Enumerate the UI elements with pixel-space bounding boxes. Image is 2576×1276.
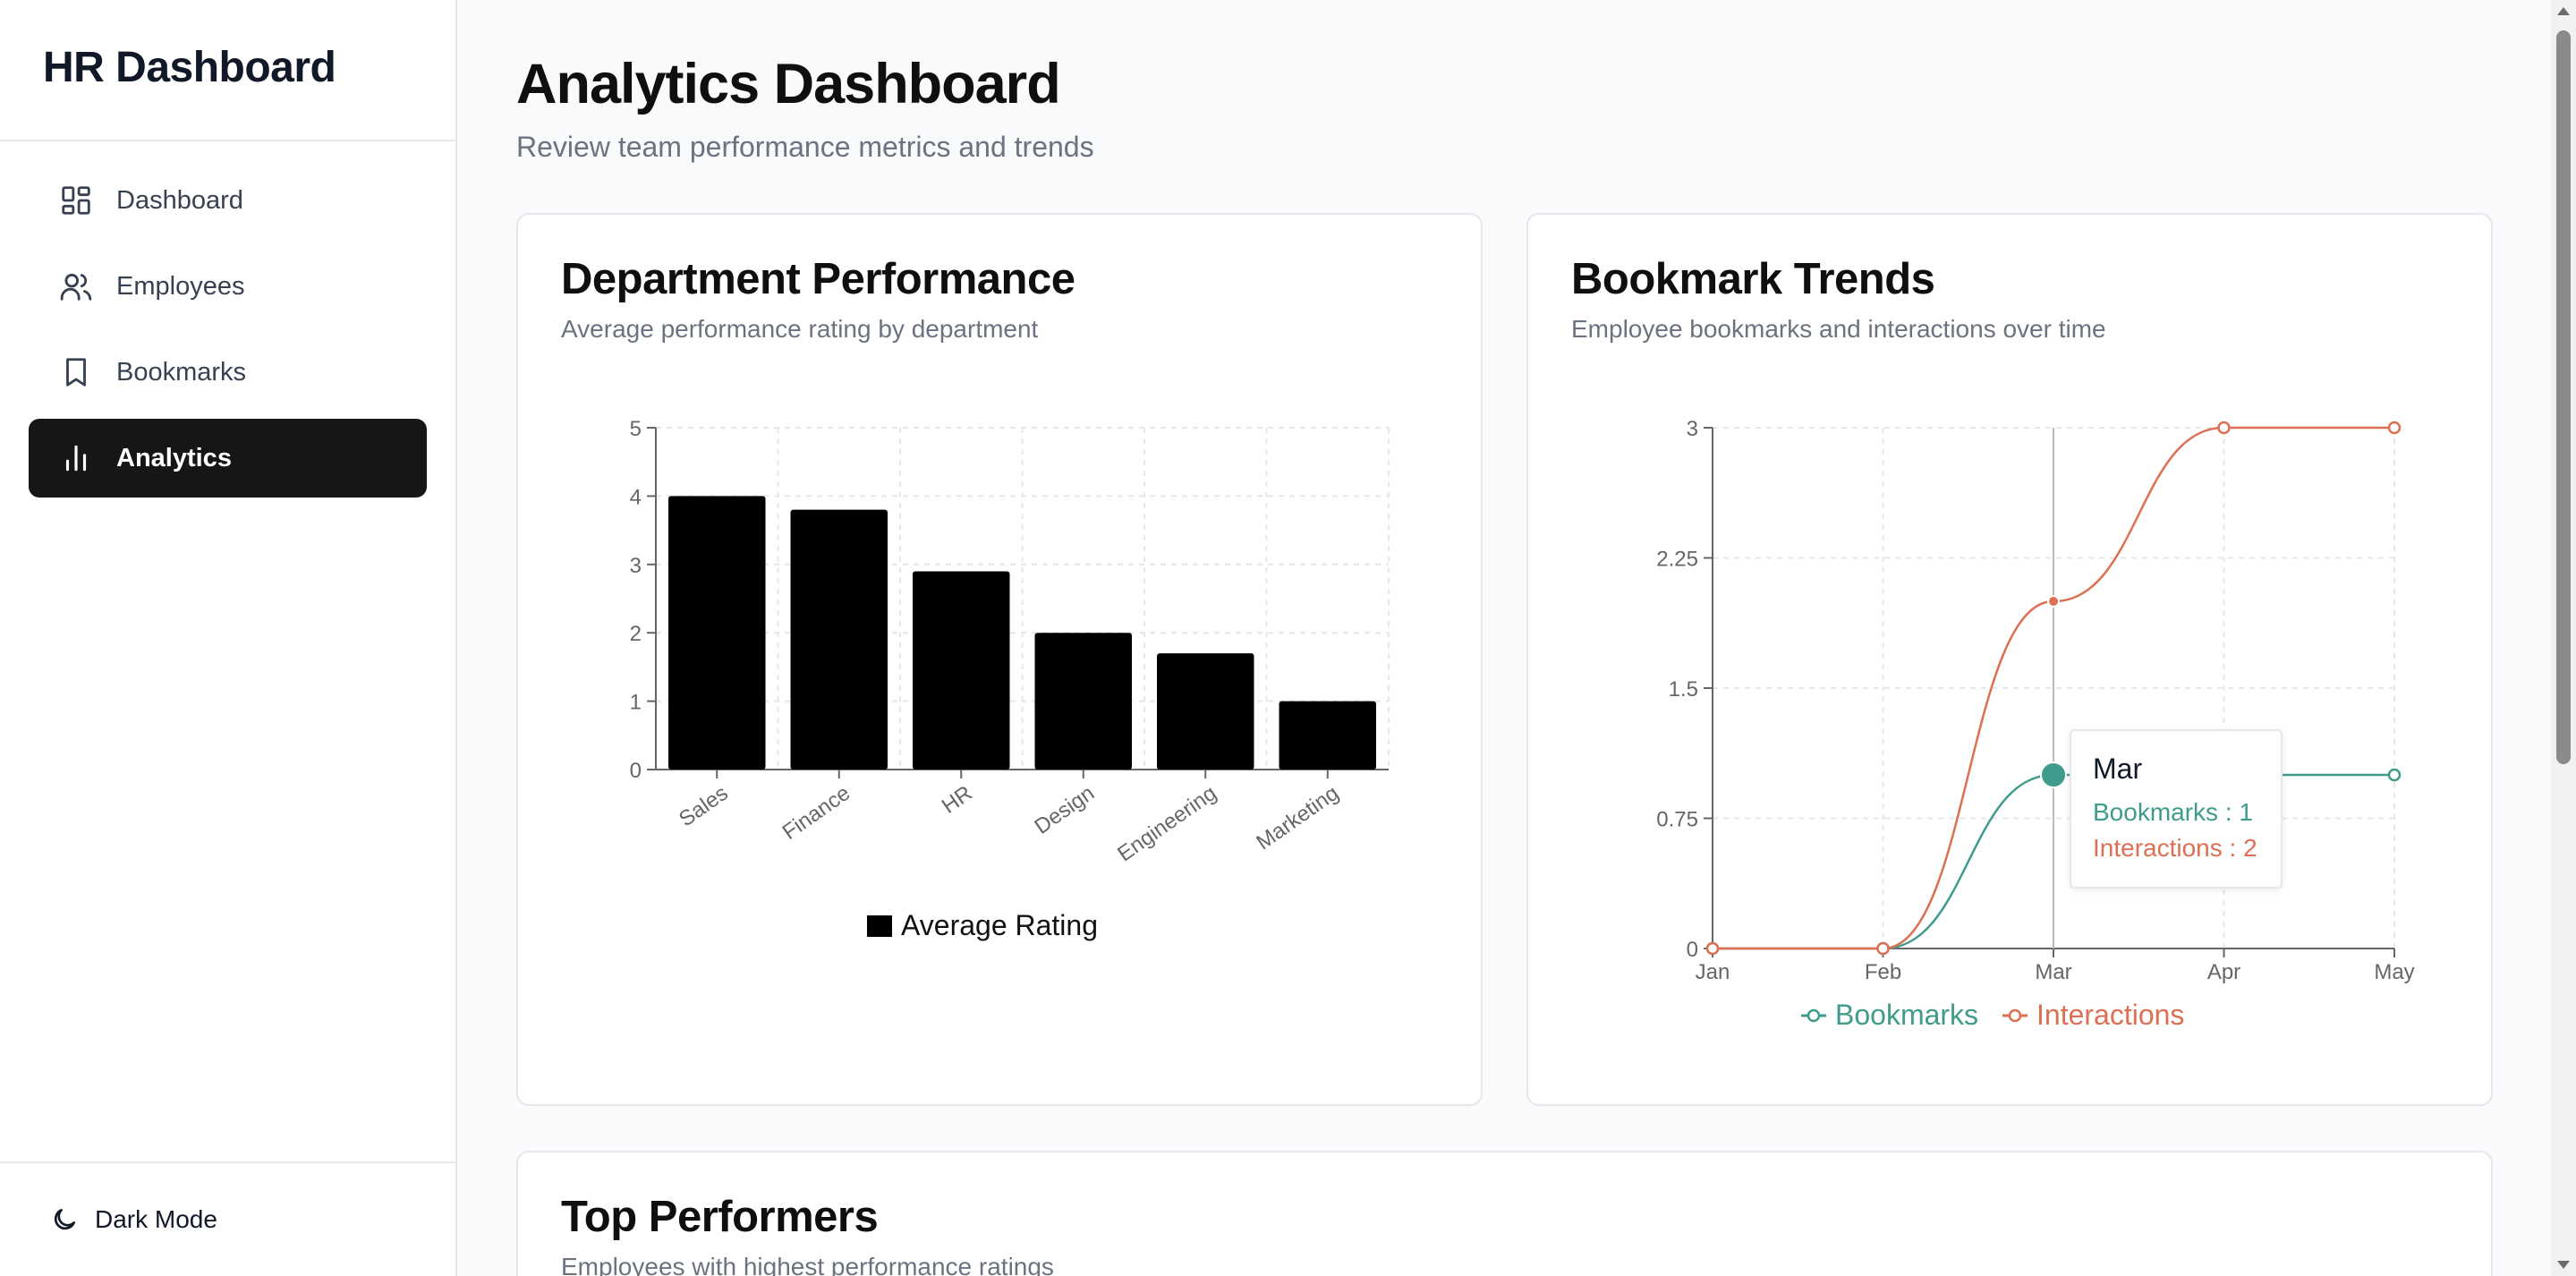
sidebar-item-dashboard[interactable]: Dashboard [29,161,427,240]
sidebar-item-label: Employees [116,271,245,301]
top-performers-card: Top Performers Employees with highest pe… [516,1151,2493,1276]
bar [790,509,888,770]
bookmark-trends-card: Bookmark Trends Employee bookmarks and i… [1526,213,2493,1106]
legend-marker-icon [1807,1008,1821,1023]
y-tick-label: 2 [630,622,642,646]
x-tick-label: HR [938,781,977,819]
chart-legend: Average Rating [867,909,1098,941]
brand-title: HR Dashboard [43,44,336,91]
bar [1034,633,1132,770]
x-tick-label: Sales [675,781,733,832]
y-tick-label: 1.5 [1669,677,1698,702]
page-title: Analytics Dashboard [516,53,1061,115]
tooltip-interactions: Interactions : 2 [2093,834,2257,862]
x-tick-label: Apr [2207,960,2240,984]
sidebar-item-bookmarks[interactable]: Bookmarks [29,333,427,412]
sidebar-item-label: Bookmarks [116,357,247,387]
y-tick-label: 0.75 [1656,808,1698,832]
chart-legend: Bookmarks Interactions [1801,999,2184,1031]
active-point [2047,595,2060,608]
data-point [1705,941,1720,956]
y-tick-label: 3 [1687,417,1698,441]
card-title: Top Performers [561,1193,879,1241]
legend-label: Bookmarks [1835,999,1978,1031]
page-subtitle: Review team performance metrics and tren… [516,131,1094,163]
active-point [2040,761,2067,788]
bookmark-icon [59,355,93,389]
x-tick-label: Marketing [1252,781,1343,855]
legend-swatch [867,915,892,937]
y-tick-label: 2.25 [1656,548,1698,572]
x-tick-label: Design [1030,781,1099,839]
brand: HR Dashboard [0,0,455,141]
sidebar-item-employees[interactable]: Employees [29,247,427,326]
x-tick-label: Feb [1865,960,1901,984]
bar [913,571,1010,770]
dark-mode-label: Dark Mode [95,1205,217,1233]
data-point [1876,941,1890,956]
sidebar-nav: Dashboard Employees Bookmarks Analytics [0,141,455,498]
data-point [2217,421,2231,435]
legend-marker-icon [2008,1008,2022,1023]
y-tick-label: 5 [630,417,642,441]
bar [668,496,766,770]
bar-chart-icon [59,441,93,475]
dark-mode-toggle[interactable]: Dark Mode [0,1161,455,1276]
tooltip-title: Mar [2093,753,2143,785]
tooltip-bookmarks: Bookmarks : 1 [2093,798,2253,826]
sidebar-item-label: Analytics [116,443,232,472]
legend-item: Bookmarks [1801,999,1978,1031]
y-tick-label: 1 [630,691,642,715]
department-performance-card: Department Performance Average performan… [516,213,1483,1106]
sidebar-item-label: Dashboard [116,185,243,215]
moon-icon [50,1205,79,1234]
x-tick-label: Engineering [1113,781,1220,867]
legend-label: Interactions [2036,999,2184,1031]
x-tick-label: Jan [1696,960,1730,984]
x-tick-label: Mar [2035,960,2071,984]
main-content: Analytics Dashboard Review team performa… [459,0,2551,1276]
x-tick-label: May [2374,960,2414,984]
bar [1157,653,1254,770]
users-icon [59,269,93,303]
sidebar-item-analytics[interactable]: Analytics [29,419,427,498]
department-bar-chart: 0 1 2 3 4 5 Sales Finance HR Design Engineering Mar… [630,417,1390,941]
y-tick-label: 0 [630,759,642,783]
x-tick-label: Finance [778,781,854,845]
y-tick-label: 4 [630,485,642,509]
scroll-thumb[interactable] [2556,30,2571,764]
y-tick-label: 3 [630,554,642,578]
bookmark-line-chart: 0 0.75 1.5 2.25 3 Jan Feb Mar Apr May Bookmarks Int… [1656,417,2414,1031]
data-point [2387,768,2402,782]
sidebar: HR Dashboard Dashboard Employees Bookmar… [0,0,457,1276]
page-scrollbar[interactable] [2551,0,2576,1276]
layout-grid-icon [59,183,93,217]
card-subtitle: Employees with highest performance ratin… [561,1253,1054,1276]
scroll-down-arrow-icon[interactable] [2557,1261,2570,1269]
legend-label: Average Rating [901,909,1098,941]
data-point [2387,421,2402,435]
chart-tooltip: Mar Bookmarks : 1 Interactions : 2 [2070,729,2283,889]
y-tick-label: 0 [1687,938,1698,962]
bar [1279,701,1376,770]
scroll-up-arrow-icon[interactable] [2557,7,2570,15]
legend-item: Interactions [2002,999,2184,1031]
